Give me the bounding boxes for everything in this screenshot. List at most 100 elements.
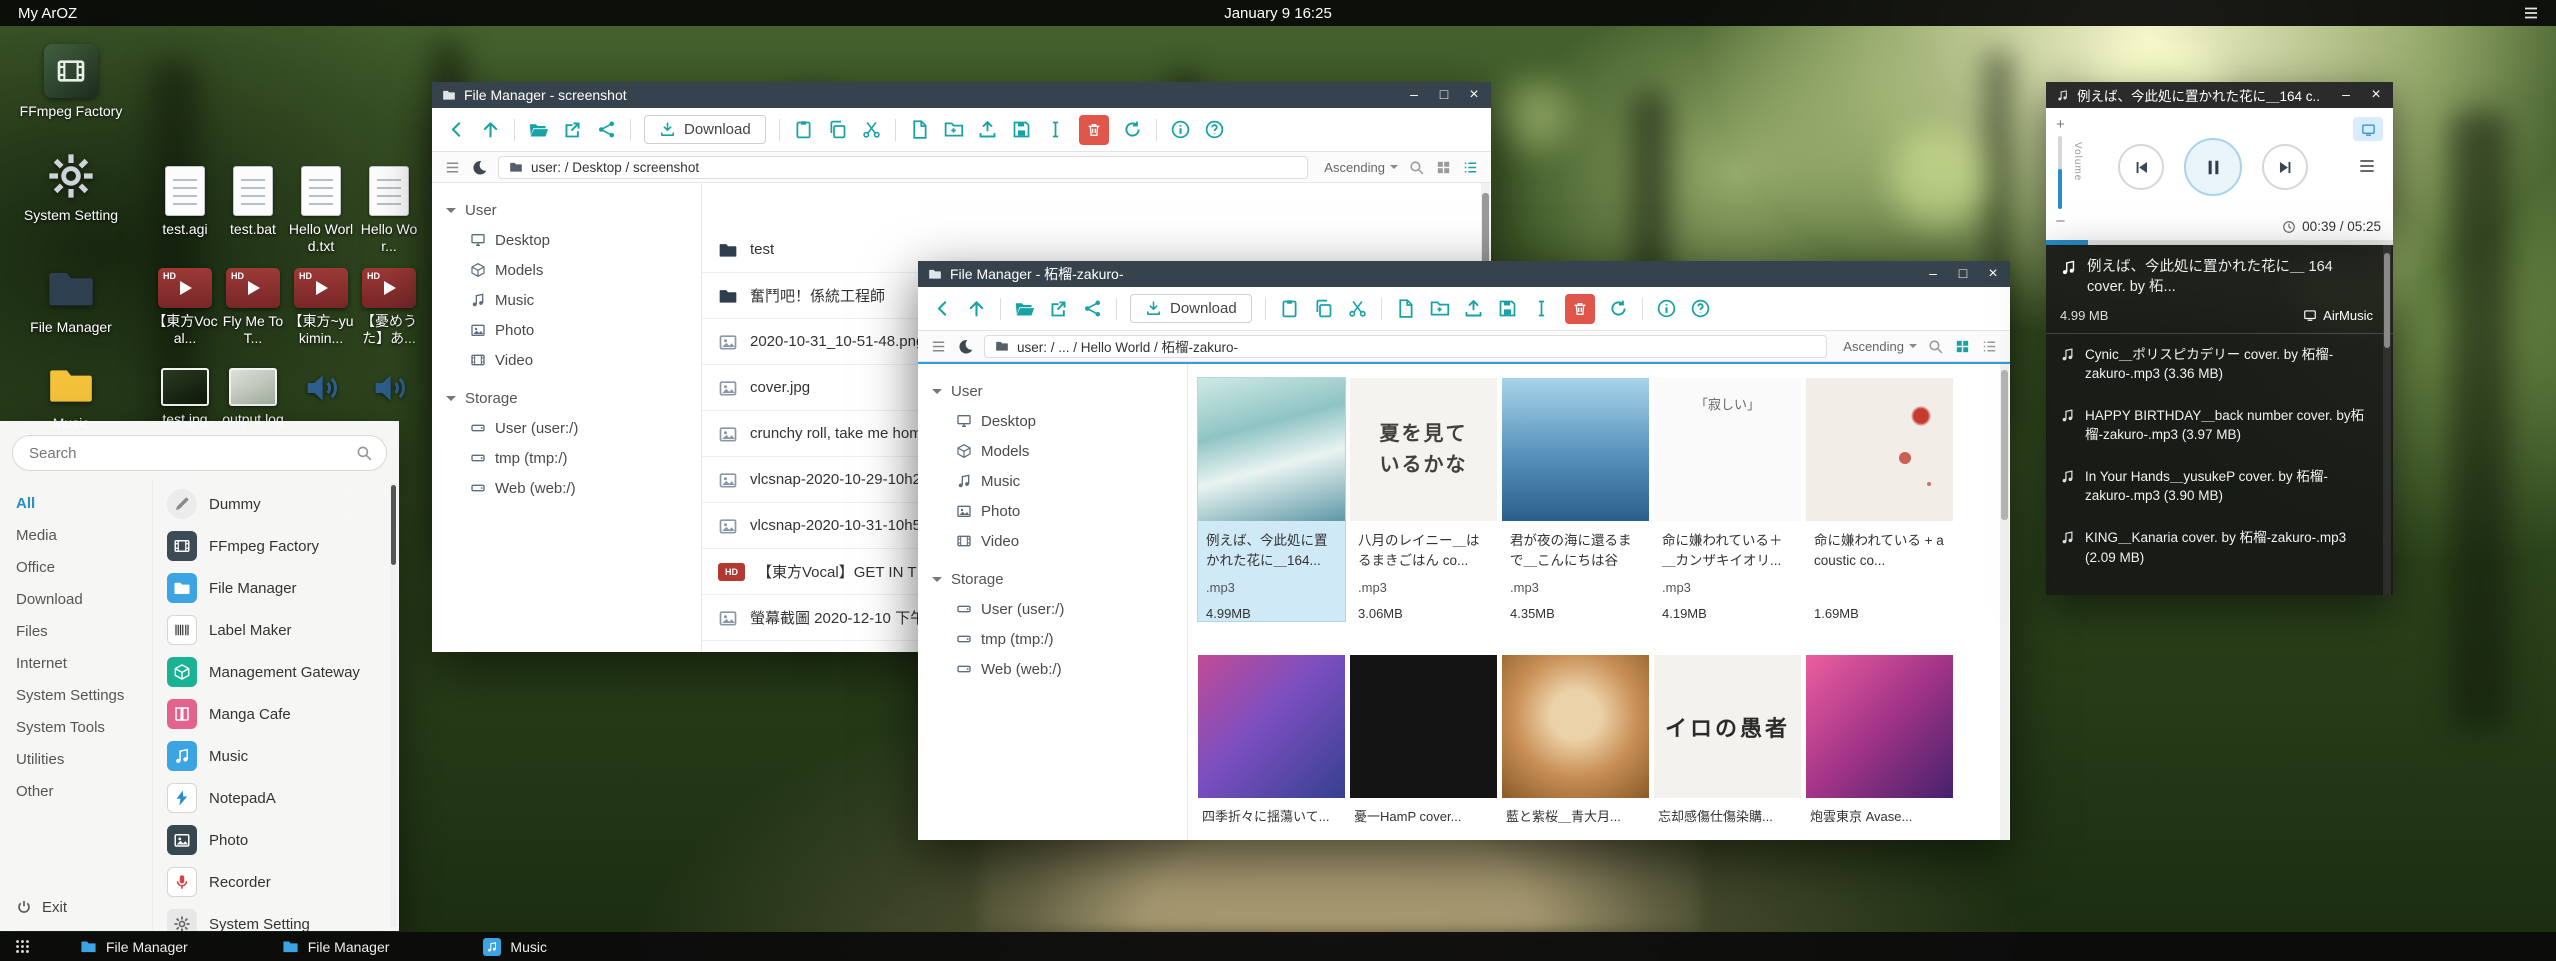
open-button[interactable] [528,119,549,140]
desktop-media-file[interactable] [288,368,354,413]
search-icon[interactable] [1927,338,1944,355]
list-view-icon[interactable] [1462,159,1479,176]
app-list-scrollbar[interactable] [390,483,397,927]
save-button[interactable] [1011,119,1032,140]
back-button[interactable] [446,119,467,140]
new-folder-button[interactable] [1429,298,1450,319]
breadcrumb[interactable]: user: / ... / Hello World / 柘榴-zakuro- [984,335,1827,358]
sidebar-item-web-drive[interactable]: Web (web:/) [432,473,701,503]
list-view-icon[interactable] [1981,338,1998,355]
app-item-management-gateway[interactable]: Management Gateway [153,651,399,693]
desktop-video-file[interactable]: 【東方Vocal... [152,268,218,346]
file-tile[interactable]: 藍と紫桜＿青大月... [1502,655,1649,825]
playlist-item[interactable]: In Your Hands＿yusukeP cover. by 柘榴-zakur… [2046,456,2393,517]
sidebar-item-models[interactable]: Models [432,255,701,285]
brand-label[interactable]: My ArOZ [18,5,77,22]
share-button[interactable] [596,119,617,140]
back-button[interactable] [932,298,953,319]
sort-dropdown[interactable]: Ascending [1324,160,1398,175]
sidebar-item-web-drive[interactable]: Web (web:/) [918,654,1187,684]
file-tile[interactable]: 四季折々に揺蕩いて... [1198,655,1345,825]
delete-button[interactable] [1565,294,1595,324]
search-input[interactable] [12,435,387,471]
category-office[interactable]: Office [0,551,152,583]
new-file-button[interactable] [909,119,930,140]
app-item-music[interactable]: Music [153,735,399,777]
category-internet[interactable]: Internet [0,647,152,679]
next-button[interactable] [2262,144,2308,190]
minimize-button[interactable] [1926,265,1940,283]
search-box[interactable] [12,435,387,471]
airmusic-badge[interactable]: AirMusic [2303,308,2373,323]
file-tile[interactable]: 夏を見て いるかな 八月のレイニー＿はるまきごはん co... .mp3 3.0… [1350,378,1497,621]
sidebar-item-video[interactable]: Video [918,526,1187,556]
new-folder-button[interactable] [943,119,964,140]
dark-mode-icon[interactable] [471,159,488,176]
file-tile[interactable]: イロの愚者 忘却感傷仕傷染購... [1654,655,1801,825]
win2-scrollbar[interactable] [2000,364,2009,840]
desktop-file[interactable]: test.bat [220,166,286,238]
volume-up-icon[interactable] [2056,116,2065,133]
playlist-menu-icon[interactable] [2357,156,2377,176]
category-utilities[interactable]: Utilities [0,743,152,775]
info-button[interactable] [1656,298,1677,319]
help-button[interactable] [1690,298,1711,319]
app-item-notepada[interactable]: NotepadA [153,777,399,819]
save-button[interactable] [1497,298,1518,319]
app-item-manga-cafe[interactable]: Manga Cafe [153,693,399,735]
close-button[interactable] [1986,265,2000,283]
grid-view-icon[interactable] [1435,159,1452,176]
download-button[interactable]: Download [1130,294,1252,323]
player-titlebar[interactable]: 例えば、今此処に置かれた花に＿164 c... [2046,82,2393,108]
category-download[interactable]: Download [0,583,152,615]
category-system-settings[interactable]: System Settings [0,679,152,711]
playlist-item[interactable]: HAPPY BIRTHDAY＿back number cover. by柘榴-z… [2046,395,2393,456]
desktop-media-file[interactable]: output.log [220,368,286,428]
pause-button[interactable] [2184,138,2242,196]
cut-button[interactable] [1347,298,1368,319]
desktop-file[interactable]: Hello World.txt [288,166,354,254]
open-external-button[interactable] [1048,298,1069,319]
sidebar-item-desktop[interactable]: Desktop [918,406,1187,436]
sidebar-item-music[interactable]: Music [432,285,701,315]
copy-button[interactable] [1313,298,1334,319]
win1-titlebar[interactable]: File Manager - screenshot [432,82,1491,108]
desktop-media-file[interactable]: test.jpg [152,368,218,428]
now-playing[interactable]: 例えば、今此処に置かれた花に＿ 164 cover. by 柘... [2046,245,2393,302]
search-icon[interactable] [1408,159,1425,176]
sidebar-item-desktop[interactable]: Desktop [432,225,701,255]
exit-button[interactable]: Exit [0,889,67,925]
category-media[interactable]: Media [0,519,152,551]
desktop-file[interactable]: Hello Wor... [356,166,422,254]
maximize-button[interactable] [1437,86,1451,104]
desktop-media-file[interactable] [356,368,422,413]
new-file-button[interactable] [1395,298,1416,319]
file-tile-selected[interactable]: 例えば、今此処に置かれた花に＿164... .mp3 4.99MB [1198,378,1345,621]
file-tile[interactable]: 「寂しい」 命に嫌われている＋＿カンザキイオリ... .mp3 4.19MB [1654,378,1801,621]
app-item-label-maker[interactable]: Label Maker [153,609,399,651]
desktop-video-file[interactable]: 【憂めうた】あ... [356,268,422,346]
playlist-scrollbar[interactable] [2383,245,2391,595]
grid-view-icon[interactable] [1954,338,1971,355]
close-button[interactable] [1467,86,1481,104]
minimize-button[interactable] [1407,86,1421,104]
delete-button[interactable] [1079,115,1109,145]
taskbar-item-music[interactable]: Music [465,932,565,961]
paste-button[interactable] [1279,298,1300,319]
sidebar-item-video[interactable]: Video [432,345,701,375]
sidebar-item-photo[interactable]: Photo [432,315,701,345]
sidebar-item-tmp-drive[interactable]: tmp (tmp:/) [432,443,701,473]
rename-button[interactable] [1531,298,1552,319]
sidebar-item-music[interactable]: Music [918,466,1187,496]
top-hamburger-icon[interactable] [2522,4,2540,22]
taskbar-item-file-manager-2[interactable]: File Manager [264,932,408,961]
close-button[interactable] [2369,86,2383,104]
app-item-ffmpeg-factory[interactable]: FFmpeg Factory [153,525,399,567]
category-other[interactable]: Other [0,775,152,807]
desktop-video-file[interactable]: Fly Me To T... [220,268,286,346]
sidebar-item-models[interactable]: Models [918,436,1187,466]
share-button[interactable] [1082,298,1103,319]
app-item-recorder[interactable]: Recorder [153,861,399,903]
taskbar-item-file-manager-1[interactable]: File Manager [62,932,206,961]
rename-button[interactable] [1045,119,1066,140]
